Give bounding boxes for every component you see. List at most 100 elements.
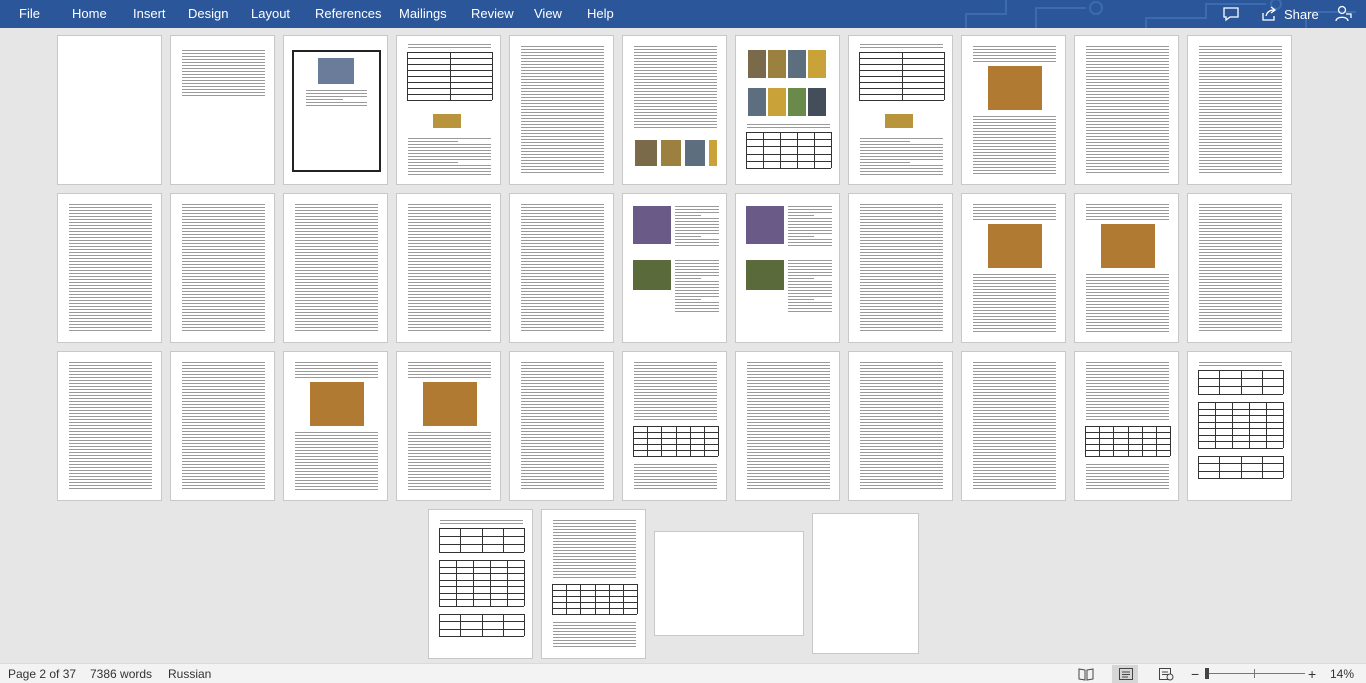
text-line — [182, 398, 265, 399]
text-line — [295, 312, 378, 313]
page-thumbnail[interactable] — [509, 193, 614, 343]
text-line — [521, 136, 604, 137]
zoom-slider-thumb[interactable] — [1205, 668, 1210, 679]
tab-review[interactable]: Review — [471, 0, 514, 28]
text-line — [973, 380, 1056, 381]
text-line — [860, 204, 943, 205]
text-line — [295, 444, 378, 445]
page-thumbnail[interactable] — [509, 351, 614, 501]
text-line — [408, 441, 491, 442]
text-line — [553, 529, 636, 530]
page-thumbnail[interactable] — [622, 35, 727, 185]
word-count[interactable]: 7386 words — [90, 664, 152, 683]
tab-insert[interactable]: Insert — [133, 0, 166, 28]
text-line — [860, 288, 943, 289]
tab-view[interactable]: View — [534, 0, 562, 28]
account-button[interactable] — [1334, 0, 1352, 28]
page-thumbnail[interactable] — [961, 35, 1066, 185]
text-line — [69, 234, 152, 235]
text-line — [295, 365, 378, 366]
page-thumbnail[interactable] — [170, 351, 275, 501]
zoom-in-button[interactable]: + — [1308, 664, 1316, 683]
page-thumbnail[interactable] — [428, 509, 533, 659]
document-canvas[interactable] — [0, 28, 1366, 663]
tab-mailings[interactable]: Mailings — [399, 0, 447, 28]
tab-layout[interactable]: Layout — [251, 0, 290, 28]
page-thumbnail[interactable] — [1187, 193, 1292, 343]
text-line — [295, 362, 378, 363]
text-line — [295, 447, 378, 448]
page-thumbnail[interactable] — [170, 35, 275, 185]
tab-help[interactable]: Help — [587, 0, 614, 28]
text-line — [182, 374, 265, 375]
text-line — [788, 275, 832, 276]
zoom-out-button[interactable]: − — [1191, 664, 1199, 683]
page-thumbnail[interactable] — [1074, 351, 1179, 501]
page-thumbnail[interactable] — [848, 35, 953, 185]
tab-file[interactable]: File — [19, 0, 40, 28]
page-thumbnail[interactable] — [396, 35, 501, 185]
page-thumbnail[interactable] — [1074, 35, 1179, 185]
page-thumbnail[interactable] — [1074, 193, 1179, 343]
page-thumbnail[interactable] — [283, 351, 388, 501]
print-layout-icon[interactable] — [1118, 667, 1134, 681]
page-thumbnail[interactable] — [654, 531, 804, 636]
page-thumbnail[interactable] — [848, 351, 953, 501]
text-line — [1086, 331, 1169, 332]
text-line — [1199, 106, 1282, 107]
page-thumbnail[interactable] — [283, 35, 388, 185]
page-thumbnail[interactable] — [735, 35, 840, 185]
text-line — [634, 401, 717, 402]
page-thumbnail[interactable] — [509, 35, 614, 185]
read-mode-icon[interactable] — [1078, 667, 1094, 681]
page-thumbnail[interactable] — [396, 351, 501, 501]
page-thumbnail[interactable] — [283, 193, 388, 343]
text-line — [860, 252, 943, 253]
text-line — [788, 215, 815, 216]
page-indicator[interactable]: Page 2 of 37 — [8, 664, 76, 683]
photo-placeholder — [685, 140, 705, 166]
language-indicator[interactable]: Russian — [168, 664, 211, 683]
page-thumbnail[interactable] — [812, 513, 919, 654]
zoom-slider[interactable] — [1205, 673, 1305, 674]
page-thumbnail[interactable] — [57, 193, 162, 343]
page-thumbnail[interactable] — [961, 193, 1066, 343]
page-thumbnail[interactable] — [961, 351, 1066, 501]
page-thumbnail[interactable] — [1187, 35, 1292, 185]
page-thumbnail[interactable] — [848, 193, 953, 343]
text-line — [182, 312, 265, 313]
page-thumbnail[interactable] — [170, 193, 275, 343]
text-line — [747, 449, 830, 450]
text-line — [860, 404, 943, 405]
page-thumbnail[interactable] — [57, 35, 162, 185]
page-thumbnail[interactable] — [1187, 351, 1292, 501]
text-line — [408, 297, 491, 298]
text-line — [973, 449, 1056, 450]
comments-button[interactable] — [1222, 0, 1240, 28]
page-thumbnail[interactable] — [396, 193, 501, 343]
page-thumbnail[interactable] — [57, 351, 162, 501]
page-thumbnail[interactable] — [735, 351, 840, 501]
web-layout-icon[interactable] — [1158, 667, 1174, 681]
text-line — [521, 309, 604, 310]
tab-home[interactable]: Home — [72, 0, 107, 28]
page-thumbnail[interactable] — [735, 193, 840, 343]
text-line — [182, 488, 265, 489]
share-button[interactable]: Share — [1260, 0, 1319, 28]
page-thumbnail[interactable] — [541, 509, 646, 659]
text-line — [634, 386, 717, 387]
text-line — [182, 249, 265, 250]
text-line — [634, 97, 717, 98]
page-thumbnail[interactable] — [622, 351, 727, 501]
text-line — [788, 230, 832, 231]
text-line — [675, 221, 719, 222]
text-line — [295, 228, 378, 229]
page-thumbnail[interactable] — [622, 193, 727, 343]
table-rule — [460, 528, 462, 552]
text-line — [408, 480, 491, 481]
text-line — [521, 261, 604, 262]
text-line — [408, 231, 491, 232]
tab-design[interactable]: Design — [188, 0, 228, 28]
zoom-level[interactable]: 14% — [1330, 664, 1354, 683]
tab-references[interactable]: References — [315, 0, 381, 28]
